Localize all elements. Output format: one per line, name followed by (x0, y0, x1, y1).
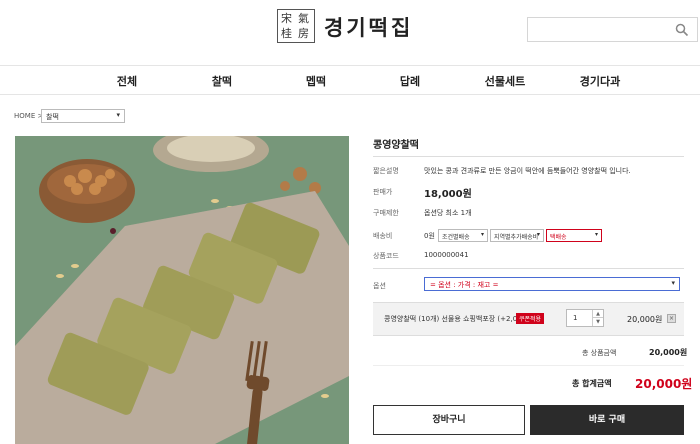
selected-option-row: 콩영양찰떡 (10개) 선물용 쇼핑백포장 (+2,000원) 쿠폰적용 1 ▲… (373, 302, 684, 336)
price-value: 18,000원 (424, 189, 472, 200)
search-input[interactable] (527, 17, 698, 42)
chevron-down-icon: ▾ (480, 231, 484, 238)
shipping-label: 배송비 (373, 232, 393, 240)
divider (373, 268, 684, 269)
nav-item-chalddeok[interactable]: 찰떡 (212, 73, 232, 89)
nav-item-gift-set[interactable]: 선물세트 (485, 73, 525, 89)
quantity-stepper[interactable]: 1 ▲ ▼ (566, 309, 604, 327)
add-to-cart-button[interactable]: 장바구니 (373, 405, 525, 435)
price-label: 판매가 (373, 188, 393, 196)
desc-value: 맛있는 콩과 견과류로 만든 앙금이 떡안에 듬뿍들어간 영양찰떡 입니다. (424, 167, 631, 175)
logo-char: 宋 (281, 12, 292, 25)
category-select[interactable]: 찰떡 ▾ (41, 109, 125, 123)
breadcrumb-home[interactable]: HOME > (14, 112, 43, 120)
shipping-condition-value: 조건별배송 (442, 234, 470, 241)
chevron-down-icon: ▾ (594, 231, 598, 238)
product-image (15, 136, 349, 444)
shipping-method-select[interactable]: 택배송 ▾ (546, 229, 602, 242)
selected-option-price: 20,000원 (627, 315, 663, 324)
main-nav: 전체 찰떡 멥떡 답례 선물세트 경기다과 (0, 65, 700, 95)
decrease-icon[interactable]: ▼ (592, 318, 603, 326)
rice-cake-photo (15, 136, 349, 444)
option-select-value: = 옵션 : 가격 : 재고 = (430, 281, 499, 289)
desc-label: 짧은설명 (373, 167, 399, 175)
coupon-button[interactable]: 쿠폰적용 (516, 313, 545, 324)
logo-char: 氣 (298, 12, 309, 25)
chevron-down-icon: ▾ (116, 111, 120, 119)
limit-value: 옵션당 최소 1개 (424, 209, 472, 217)
divider (373, 156, 684, 157)
buy-now-button[interactable]: 바로 구매 (530, 405, 684, 435)
delete-icon[interactable]: × (667, 314, 676, 323)
nav-item-all[interactable]: 전체 (117, 73, 137, 89)
code-label: 상품코드 (373, 252, 399, 260)
total-value: 20,000원 (635, 377, 693, 391)
subtotal-value: 20,000원 (649, 348, 688, 357)
code-value: 1000000041 (424, 251, 469, 259)
shipping-region-value: 지역별추가배송비 (494, 234, 539, 241)
brand-logo[interactable]: 宋 氣 桂 房 (277, 9, 315, 43)
chevron-down-icon: ▾ (671, 279, 675, 287)
search-icon[interactable] (675, 23, 689, 37)
shipping-region-select[interactable]: 지역별추가배송비 ▾ (490, 229, 544, 242)
brand-name[interactable]: 경기떡집 (324, 12, 413, 42)
selected-option-name: 콩영양찰떡 (10개) 선물용 쇼핑백포장 (+2,000원) (384, 315, 536, 323)
limit-label: 구매제한 (373, 209, 399, 217)
divider (373, 365, 684, 366)
chevron-down-icon: ▾ (536, 231, 540, 238)
nav-item-snacks[interactable]: 경기다과 (580, 73, 620, 89)
shipping-condition-select[interactable]: 조건별배송 ▾ (438, 229, 488, 242)
option-select[interactable]: = 옵션 : 가격 : 재고 = ▾ (424, 277, 680, 291)
quantity-value[interactable]: 1 (573, 314, 577, 322)
subtotal-label: 총 상품금액 (582, 349, 617, 357)
logo-char: 桂 (281, 27, 292, 40)
category-select-value: 찰떡 (46, 113, 59, 121)
shipping-method-value: 택배송 (550, 234, 567, 241)
option-label: 옵션 (373, 282, 386, 290)
nav-item-mepddeok[interactable]: 멥떡 (306, 73, 326, 89)
increase-icon[interactable]: ▲ (592, 310, 603, 318)
shipping-value: 0원 (424, 232, 435, 240)
logo-char: 房 (298, 27, 309, 40)
nav-item-return-gift[interactable]: 답례 (400, 73, 420, 89)
total-label: 총 합계금액 (572, 379, 612, 388)
product-title: 콩영양찰떡 (373, 140, 419, 151)
